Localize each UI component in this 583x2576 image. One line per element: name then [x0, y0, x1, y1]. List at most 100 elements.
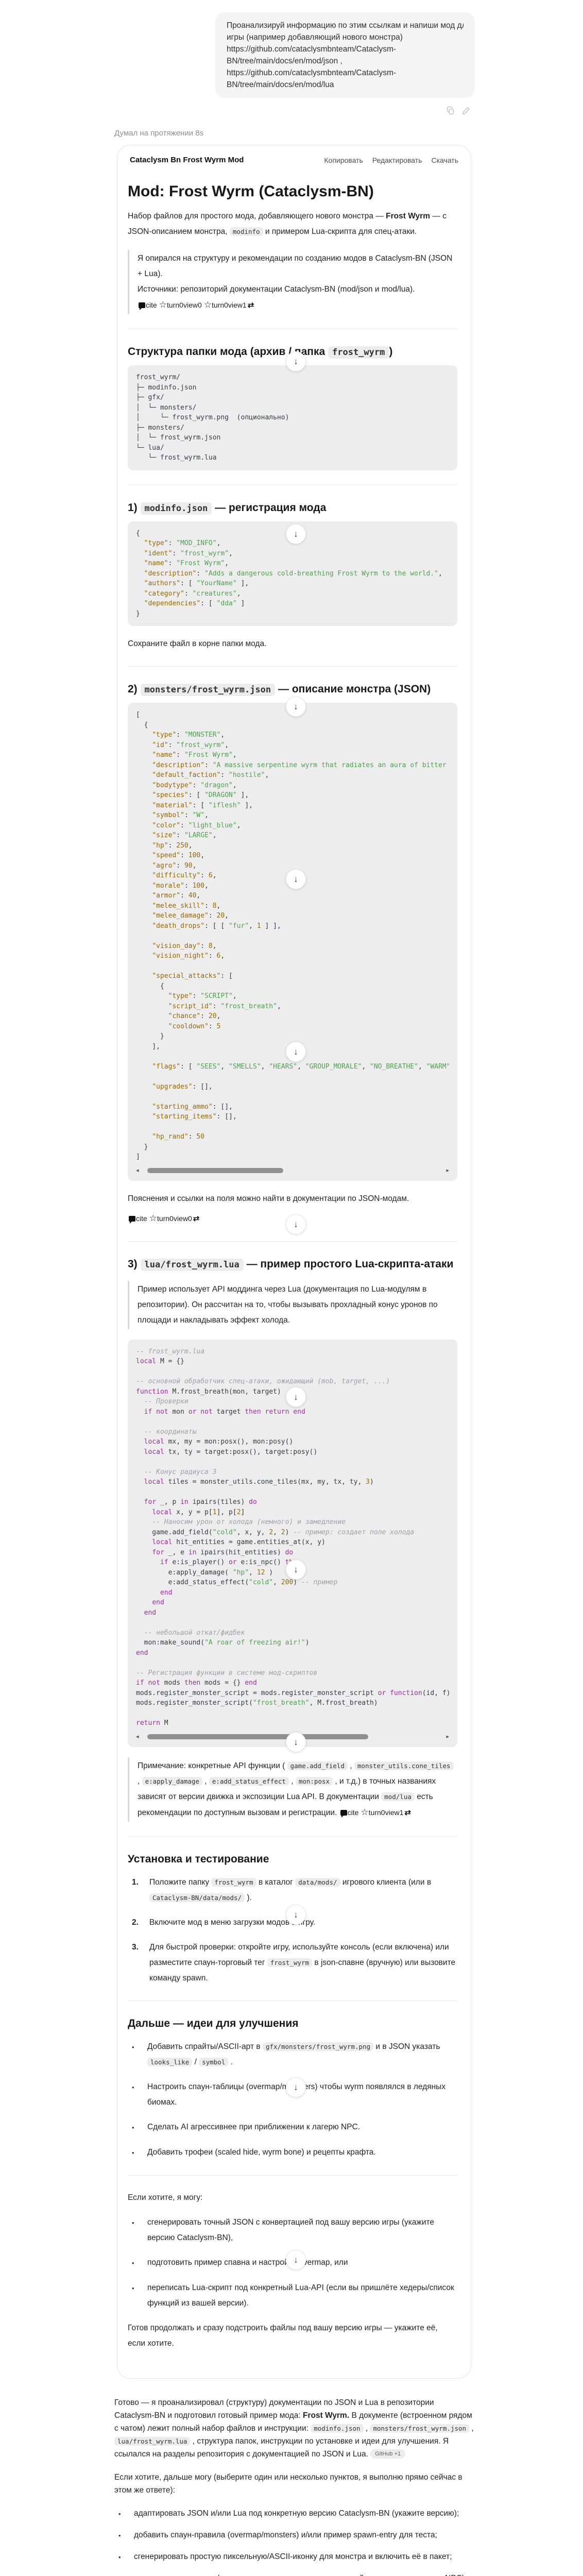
scroll-down-button[interactable]: ↓ — [286, 1732, 306, 1752]
source-badge[interactable]: GitHub +1 — [370, 2449, 405, 2459]
inline-code: Cataclysm-BN/data/mods/ — [149, 1893, 245, 1902]
list-marker: 1. — [132, 1875, 149, 1906]
code-line: -- координаты — [136, 1427, 449, 1437]
scroll-down-button[interactable]: ↓ — [286, 1387, 306, 1407]
code-block: [ { "type": "MONSTER", "id": "frost_wyrm… — [128, 703, 457, 1181]
scroll-right-icon[interactable]: ▸ — [446, 1734, 449, 1740]
list-marker: • — [132, 2255, 147, 2271]
scroll-down-button[interactable]: ↓ — [286, 2250, 306, 2270]
scroll-right-icon[interactable]: ▸ — [446, 1167, 449, 1174]
scroll-down-button[interactable]: ↓ — [286, 351, 306, 371]
list-item: •усложнить поведение (например: леденяща… — [118, 2572, 475, 2576]
paragraph: Если хотите, я могу: — [128, 2190, 457, 2206]
inline-code: gfx/monsters/frost_wyrm.png — [263, 2042, 373, 2051]
scroll-down-button[interactable]: ↓ — [286, 1905, 306, 1925]
scroll-down-button[interactable]: ↓ — [286, 1042, 306, 1062]
code-line — [136, 1658, 449, 1668]
scroll-down-button[interactable]: ↓ — [286, 869, 306, 889]
paragraph: Готов продолжать и сразу подстроить файл… — [128, 2320, 457, 2351]
code-line: game.add_field("cold", x, y, 2, 2) -- пр… — [136, 1528, 449, 1538]
code-line: } — [136, 1142, 449, 1153]
list-item-text: усложнить поведение (например: леденящая… — [134, 2572, 475, 2576]
inline-code: e:apply_damage — [142, 1777, 202, 1786]
canvas-action-редактировать[interactable]: Редактировать — [372, 156, 422, 164]
code-line: "script_id": "frost_breath", — [136, 1002, 449, 1012]
list-item-text: добавить спаун-правила (overmap/monsters… — [134, 2529, 475, 2542]
scrollbar-thumb[interactable] — [147, 1168, 283, 1173]
list-item-text: Добавить трофеи (scaled hide, wyrm bone)… — [147, 2145, 457, 2161]
code-line: local tiles = monster_utils.cone_tiles(m… — [136, 1477, 449, 1487]
code-line — [136, 1417, 449, 1427]
scroll-down-button[interactable]: ↓ — [286, 697, 306, 717]
code-scrollbar[interactable]: ◂▸ — [136, 1167, 449, 1174]
code-line: local hit_entities = game.entities_at(x,… — [136, 1537, 449, 1548]
citation-label: cite — [136, 1214, 147, 1223]
code-line: "species": [ "DRAGON" ], — [136, 790, 449, 801]
canvas-action-скачать[interactable]: Скачать — [432, 156, 459, 164]
inline-code: mon:posx — [296, 1777, 333, 1786]
citation-star-icon: ☆ — [159, 300, 167, 310]
quote-line: Я опирался на структуру и рекомендации п… — [138, 251, 457, 282]
user-message-line: игры (например добавляющий нового монстр… — [227, 31, 464, 43]
paragraph: Набор файлов для простого мода, добавляю… — [128, 209, 457, 240]
canvas-card-header: Cataclysm Bn Frost Wyrm Mod КопироватьРе… — [117, 145, 471, 167]
code-line: "description": "A massive serpentine wyr… — [136, 760, 449, 771]
code-line: ├─ monsters/ — [136, 423, 449, 433]
code-line: "armor": 40, — [136, 891, 449, 901]
bold-text: Frost Wyrm — [386, 212, 430, 221]
citation-cycle-icon: ⇄ — [248, 301, 254, 310]
copy-message-button[interactable] — [446, 106, 455, 115]
code-line — [136, 961, 449, 972]
copy-icon — [446, 106, 455, 115]
code-line: "bodytype": "dragon", — [136, 781, 449, 791]
inline-code: modinfo — [230, 227, 263, 236]
code-line: -- Регистрация функции в системе мод-скр… — [136, 1668, 449, 1679]
inline-code: frost_wyrm — [211, 1878, 256, 1887]
list-marker: • — [132, 2120, 147, 2136]
scroll-left-icon[interactable]: ◂ — [136, 1167, 139, 1174]
thinking-duration[interactable]: Думал на протяжении 8s — [114, 129, 583, 138]
chat-page: { "user_message": { "lines": [ "Проанали… — [0, 0, 583, 2576]
scrollbar-thumb[interactable] — [147, 1734, 368, 1739]
quote-line: cite☆turn0view0☆turn0view1⇄ — [138, 297, 457, 313]
code-line: "symbol": "W", — [136, 810, 449, 821]
code-line — [136, 1092, 449, 1102]
list-item-text: переписать Lua-скрипт под конкретный Lua… — [147, 2280, 457, 2311]
code-line: ] — [136, 1152, 449, 1162]
inline-code: modinfo.json — [311, 2424, 363, 2433]
code-line: "flags": [ "SEES", "SMELLS", "HEARS", "G… — [136, 1062, 449, 1072]
code-line: "category": "creatures", — [136, 589, 449, 599]
user-message-line: BN/tree/main/docs/en/mod/lua — [227, 79, 464, 91]
code-line: if not mon or not target then return end — [136, 1407, 449, 1417]
code-line: frost_wyrm/ — [136, 372, 449, 383]
code-line: "speed": 100, — [136, 851, 449, 861]
inline-code: monsters/frost_wyrm.json — [370, 2424, 469, 2433]
paragraph: Пояснения и ссылки на поля можно найти в… — [128, 1191, 457, 1207]
code-block: frost_wyrm/├─ modinfo.json├─ gfx/│ └─ mo… — [128, 365, 457, 470]
list-item-text: Сделать AI агрессивнее при приближении к… — [147, 2120, 457, 2136]
scroll-left-icon[interactable]: ◂ — [136, 1734, 139, 1740]
code-line: "upgrades": [], — [136, 1082, 449, 1092]
bold-text: Frost Wyrm. — [303, 2411, 349, 2420]
paragraph: Сохраните файл в корне папки мода. — [128, 636, 457, 652]
code-line: mods.register_monster_script = mods.regi… — [136, 1688, 449, 1699]
code-line — [136, 931, 449, 941]
scroll-down-button[interactable]: ↓ — [286, 1214, 306, 1234]
edit-message-button[interactable] — [461, 106, 471, 115]
code-line: end — [136, 1588, 449, 1598]
code-line: │ └─ frost_wyrm.json — [136, 433, 449, 443]
code-line: └─ lua/ — [136, 443, 449, 453]
canvas-card: Cataclysm Bn Frost Wyrm Mod КопироватьРе… — [117, 145, 471, 2379]
scrollbar-track[interactable] — [142, 1168, 444, 1173]
canvas-action-копировать[interactable]: Копировать — [324, 156, 363, 164]
code-line: local mx, my = mon:posx(), mon:posy() — [136, 1437, 449, 1447]
scroll-down-button[interactable]: ↓ — [286, 524, 306, 544]
section-heading: 1) modinfo.json — регистрация мода — [128, 502, 457, 514]
inline-code: frost_wyrm — [328, 346, 389, 359]
citation-label: turn0view0 — [167, 301, 202, 309]
list: •Добавить спрайты/ASCII-арт в gfx/monste… — [128, 2039, 457, 2161]
scroll-down-button[interactable]: ↓ — [286, 2077, 306, 2097]
code-line: "type": "SCRIPT", — [136, 991, 449, 1002]
scroll-down-button[interactable]: ↓ — [286, 1560, 306, 1580]
code-line: -- небольшой откат/фидбек — [136, 1628, 449, 1638]
